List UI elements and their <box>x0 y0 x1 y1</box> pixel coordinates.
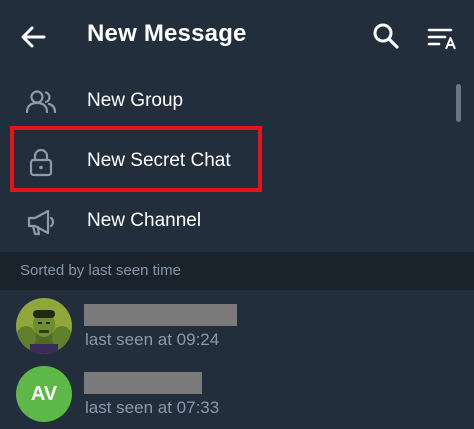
new-secret-chat-item[interactable]: New Secret Chat <box>0 132 474 192</box>
new-channel-label: New Channel <box>87 210 202 231</box>
last-seen-status: last seen at 07:33 <box>85 398 220 417</box>
new-group-item[interactable]: New Group <box>0 72 474 132</box>
avatar <box>16 298 72 354</box>
new-secret-chat-label: New Secret Chat <box>87 150 231 171</box>
contact-row[interactable]: last seen at 09:24 <box>0 290 474 358</box>
redacted-name <box>84 372 202 394</box>
new-group-label: New Group <box>87 90 184 111</box>
avatar: AV <box>16 366 72 422</box>
arrow-left-icon[interactable] <box>18 22 48 52</box>
megaphone-icon <box>27 209 55 236</box>
new-channel-item[interactable]: New Channel <box>0 192 474 252</box>
lock-icon <box>29 148 53 177</box>
section-title: Sorted by last seen time <box>20 262 181 279</box>
top-app-bar: New Message <box>0 0 474 72</box>
contact-row[interactable]: AV last seen at 07:33 <box>0 358 474 429</box>
new-chat-menu: New Group New Secret Chat New Channel <box>0 72 474 252</box>
hulk-avatar-image <box>16 298 72 354</box>
redacted-name <box>84 304 237 326</box>
new-message-screen: New Message New Group New Secret Chat Ne… <box>0 0 474 429</box>
sort-alphabet-icon[interactable] <box>426 22 460 52</box>
scrollbar[interactable] <box>456 84 461 122</box>
search-icon[interactable] <box>370 20 402 52</box>
page-title: New Message <box>87 20 247 47</box>
last-seen-status: last seen at 09:24 <box>85 330 220 349</box>
contacts-section-header: Sorted by last seen time <box>0 252 474 290</box>
people-icon <box>25 90 57 114</box>
